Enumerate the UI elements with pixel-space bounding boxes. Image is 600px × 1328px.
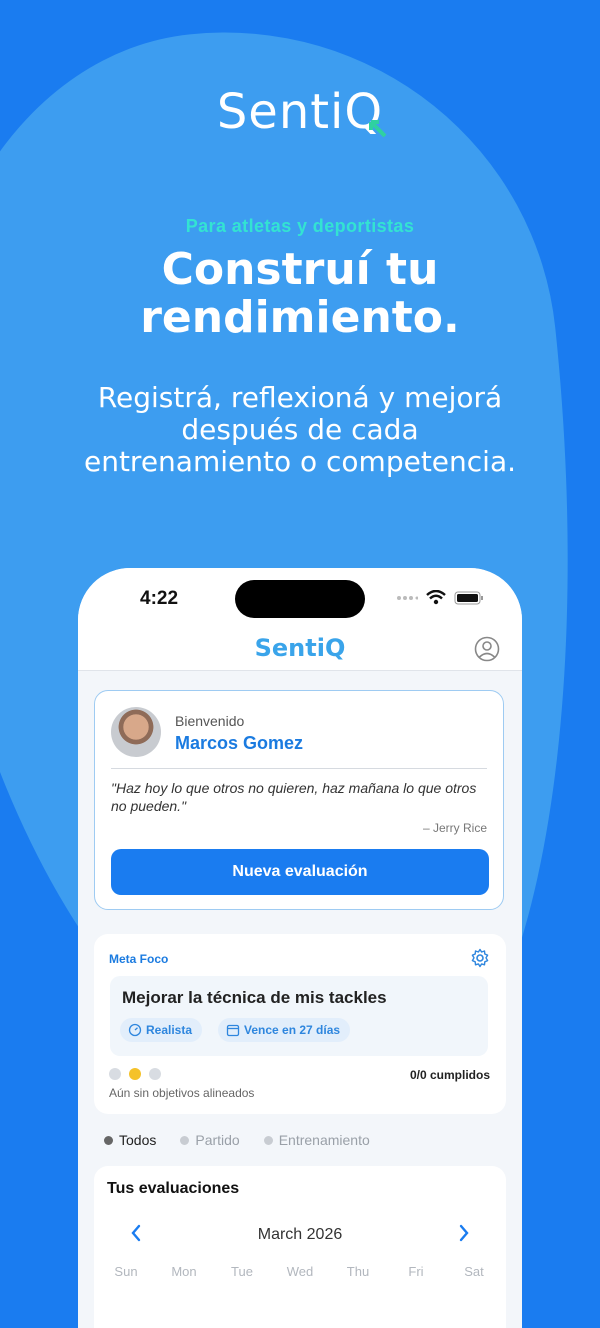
evaluations-card: Tus evaluaciones March 2026 Sun Mon Tue … xyxy=(94,1166,506,1328)
hero-subheadline: Registrá, reflexioná y mejorá después de… xyxy=(83,381,517,478)
weekday-label: Sun xyxy=(114,1264,138,1279)
focus-goal-card: Meta Foco Mejorar la técnica de mis tack… xyxy=(94,934,506,1114)
chevron-right-icon[interactable] xyxy=(458,1224,470,1242)
weekday-header: Sun Mon Tue Wed Thu Fri Sat xyxy=(106,1264,494,1279)
status-bar: 4:22 xyxy=(78,568,522,628)
weekday-label: Wed xyxy=(286,1264,314,1279)
focus-title: Meta Foco xyxy=(109,952,169,966)
progress-dot xyxy=(109,1068,121,1080)
progress-dots xyxy=(109,1068,161,1080)
new-evaluation-button[interactable]: Nueva evaluación xyxy=(111,849,489,895)
phone-mockup: 4:22 SentiQ Bienvenido Marcos Gomez "Haz… xyxy=(78,568,522,1328)
quote-author: – Jerry Rice xyxy=(422,821,487,835)
app-bar: SentiQ xyxy=(78,628,522,671)
signal-icon xyxy=(397,595,418,600)
filter-training[interactable]: Entrenamiento xyxy=(263,1132,370,1148)
wifi-icon xyxy=(426,590,446,605)
filter-all[interactable]: Todos xyxy=(104,1132,156,1148)
filter-match[interactable]: Partido xyxy=(180,1132,240,1148)
goal-box[interactable]: Mejorar la técnica de mis tackles Realis… xyxy=(110,976,488,1056)
progress-dot xyxy=(149,1068,161,1080)
brand-logo: SentiQ xyxy=(0,84,600,140)
weekday-label: Fri xyxy=(408,1264,424,1279)
gauge-icon xyxy=(128,1023,142,1037)
welcome-card: Bienvenido Marcos Gomez "Haz hoy lo que … xyxy=(94,690,504,910)
evaluations-title: Tus evaluaciones xyxy=(107,1180,240,1197)
calendar-icon xyxy=(226,1024,240,1037)
cursor-arrow-icon xyxy=(369,120,387,138)
status-icons xyxy=(396,590,484,605)
progress-dot xyxy=(129,1068,141,1080)
due-date-chip: Vence en 27 días xyxy=(218,1018,351,1042)
dynamic-island xyxy=(235,580,365,618)
status-time: 4:22 xyxy=(140,588,179,609)
weekday-label: Thu xyxy=(346,1264,370,1279)
weekday-label: Sat xyxy=(464,1264,484,1279)
aligned-status: Aún sin objetivos alineados xyxy=(109,1086,255,1100)
user-circle-icon[interactable] xyxy=(474,636,500,662)
realistic-chip: Realista xyxy=(120,1018,203,1042)
gear-icon[interactable] xyxy=(470,948,490,968)
tagline: Para atletas y deportistas xyxy=(185,216,415,236)
calendar-month: March 2026 xyxy=(257,1226,343,1243)
weekday-label: Tue xyxy=(231,1264,253,1279)
user-name: Marcos Gomez xyxy=(175,733,304,753)
fulfilled-count: 0/0 cumplidos xyxy=(409,1068,490,1082)
divider xyxy=(111,768,487,769)
hero-headline: Construí tu rendimiento. xyxy=(140,244,460,343)
app-logo: SentiQ xyxy=(254,634,346,662)
avatar xyxy=(111,707,161,757)
weekday-label: Mon xyxy=(171,1264,197,1279)
battery-icon xyxy=(454,591,483,604)
motivational-quote: "Haz hoy lo que otros no quieren, haz ma… xyxy=(111,780,477,814)
welcome-label: Bienvenido xyxy=(175,713,245,729)
filter-tabs: Todos Partido Entrenamiento xyxy=(104,1132,370,1148)
goal-text: Mejorar la técnica de mis tackles xyxy=(122,988,387,1007)
